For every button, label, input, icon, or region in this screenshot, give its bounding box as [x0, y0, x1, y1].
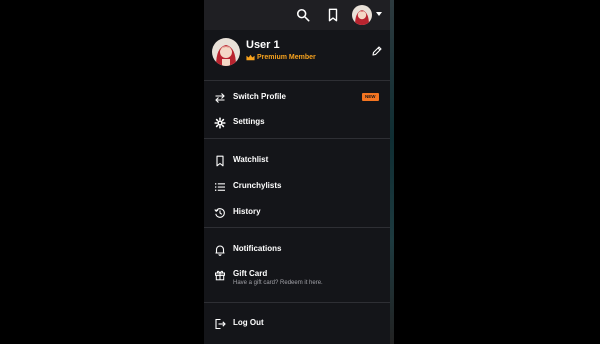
notifications-label: Notifications	[233, 244, 282, 253]
bell-icon	[214, 243, 226, 256]
pencil-icon[interactable]	[371, 44, 383, 56]
watchlist-label: Watchlist	[233, 155, 269, 164]
gear-icon	[214, 116, 226, 129]
divider	[204, 302, 390, 303]
switch-profile-label: Switch Profile	[233, 92, 286, 101]
menu-item-history[interactable]: History	[204, 203, 390, 225]
switch-icon	[214, 91, 226, 103]
crunchylists-label: Crunchylists	[233, 181, 282, 190]
divider	[204, 227, 390, 228]
avatar	[212, 38, 240, 66]
user-name: User 1	[246, 39, 280, 51]
logout-icon	[214, 317, 226, 330]
menu-item-gift-card[interactable]: Gift Card Have a gift card? Redeem it he…	[204, 265, 390, 295]
menu-item-switch-profile[interactable]: Switch Profile NEW	[204, 88, 390, 110]
history-icon	[214, 206, 226, 218]
new-badge: NEW	[362, 93, 379, 101]
settings-label: Settings	[233, 117, 265, 126]
premium-label: Premium Member	[246, 54, 316, 61]
divider	[204, 138, 390, 139]
list-icon	[214, 180, 226, 192]
search-icon[interactable]	[294, 6, 312, 24]
gift-card-label: Gift Card	[233, 269, 268, 278]
page-edge	[390, 0, 394, 344]
bookmark-icon[interactable]	[324, 6, 342, 24]
menu-item-crunchylists[interactable]: Crunchylists	[204, 177, 390, 199]
gift-card-description: Have a gift card? Redeem it here.	[233, 280, 323, 286]
gift-icon	[214, 268, 226, 281]
caret-down-icon[interactable]	[376, 12, 382, 16]
menu-item-watchlist[interactable]: Watchlist	[204, 151, 390, 173]
bookmark-icon	[214, 154, 226, 167]
divider	[204, 80, 390, 81]
profile-header[interactable]: User 1 Premium Member	[204, 30, 390, 76]
account-menu: User 1 Premium Member Switch Profile NEW…	[204, 30, 390, 344]
membership-text: Premium Member	[257, 54, 316, 61]
menu-item-log-out[interactable]: Log Out	[204, 314, 390, 336]
user-avatar[interactable]	[352, 5, 372, 25]
menu-item-notifications[interactable]: Notifications	[204, 240, 390, 262]
history-label: History	[233, 207, 261, 216]
log-out-label: Log Out	[233, 318, 264, 327]
crown-icon	[246, 54, 255, 61]
menu-item-settings[interactable]: Settings	[204, 113, 390, 135]
